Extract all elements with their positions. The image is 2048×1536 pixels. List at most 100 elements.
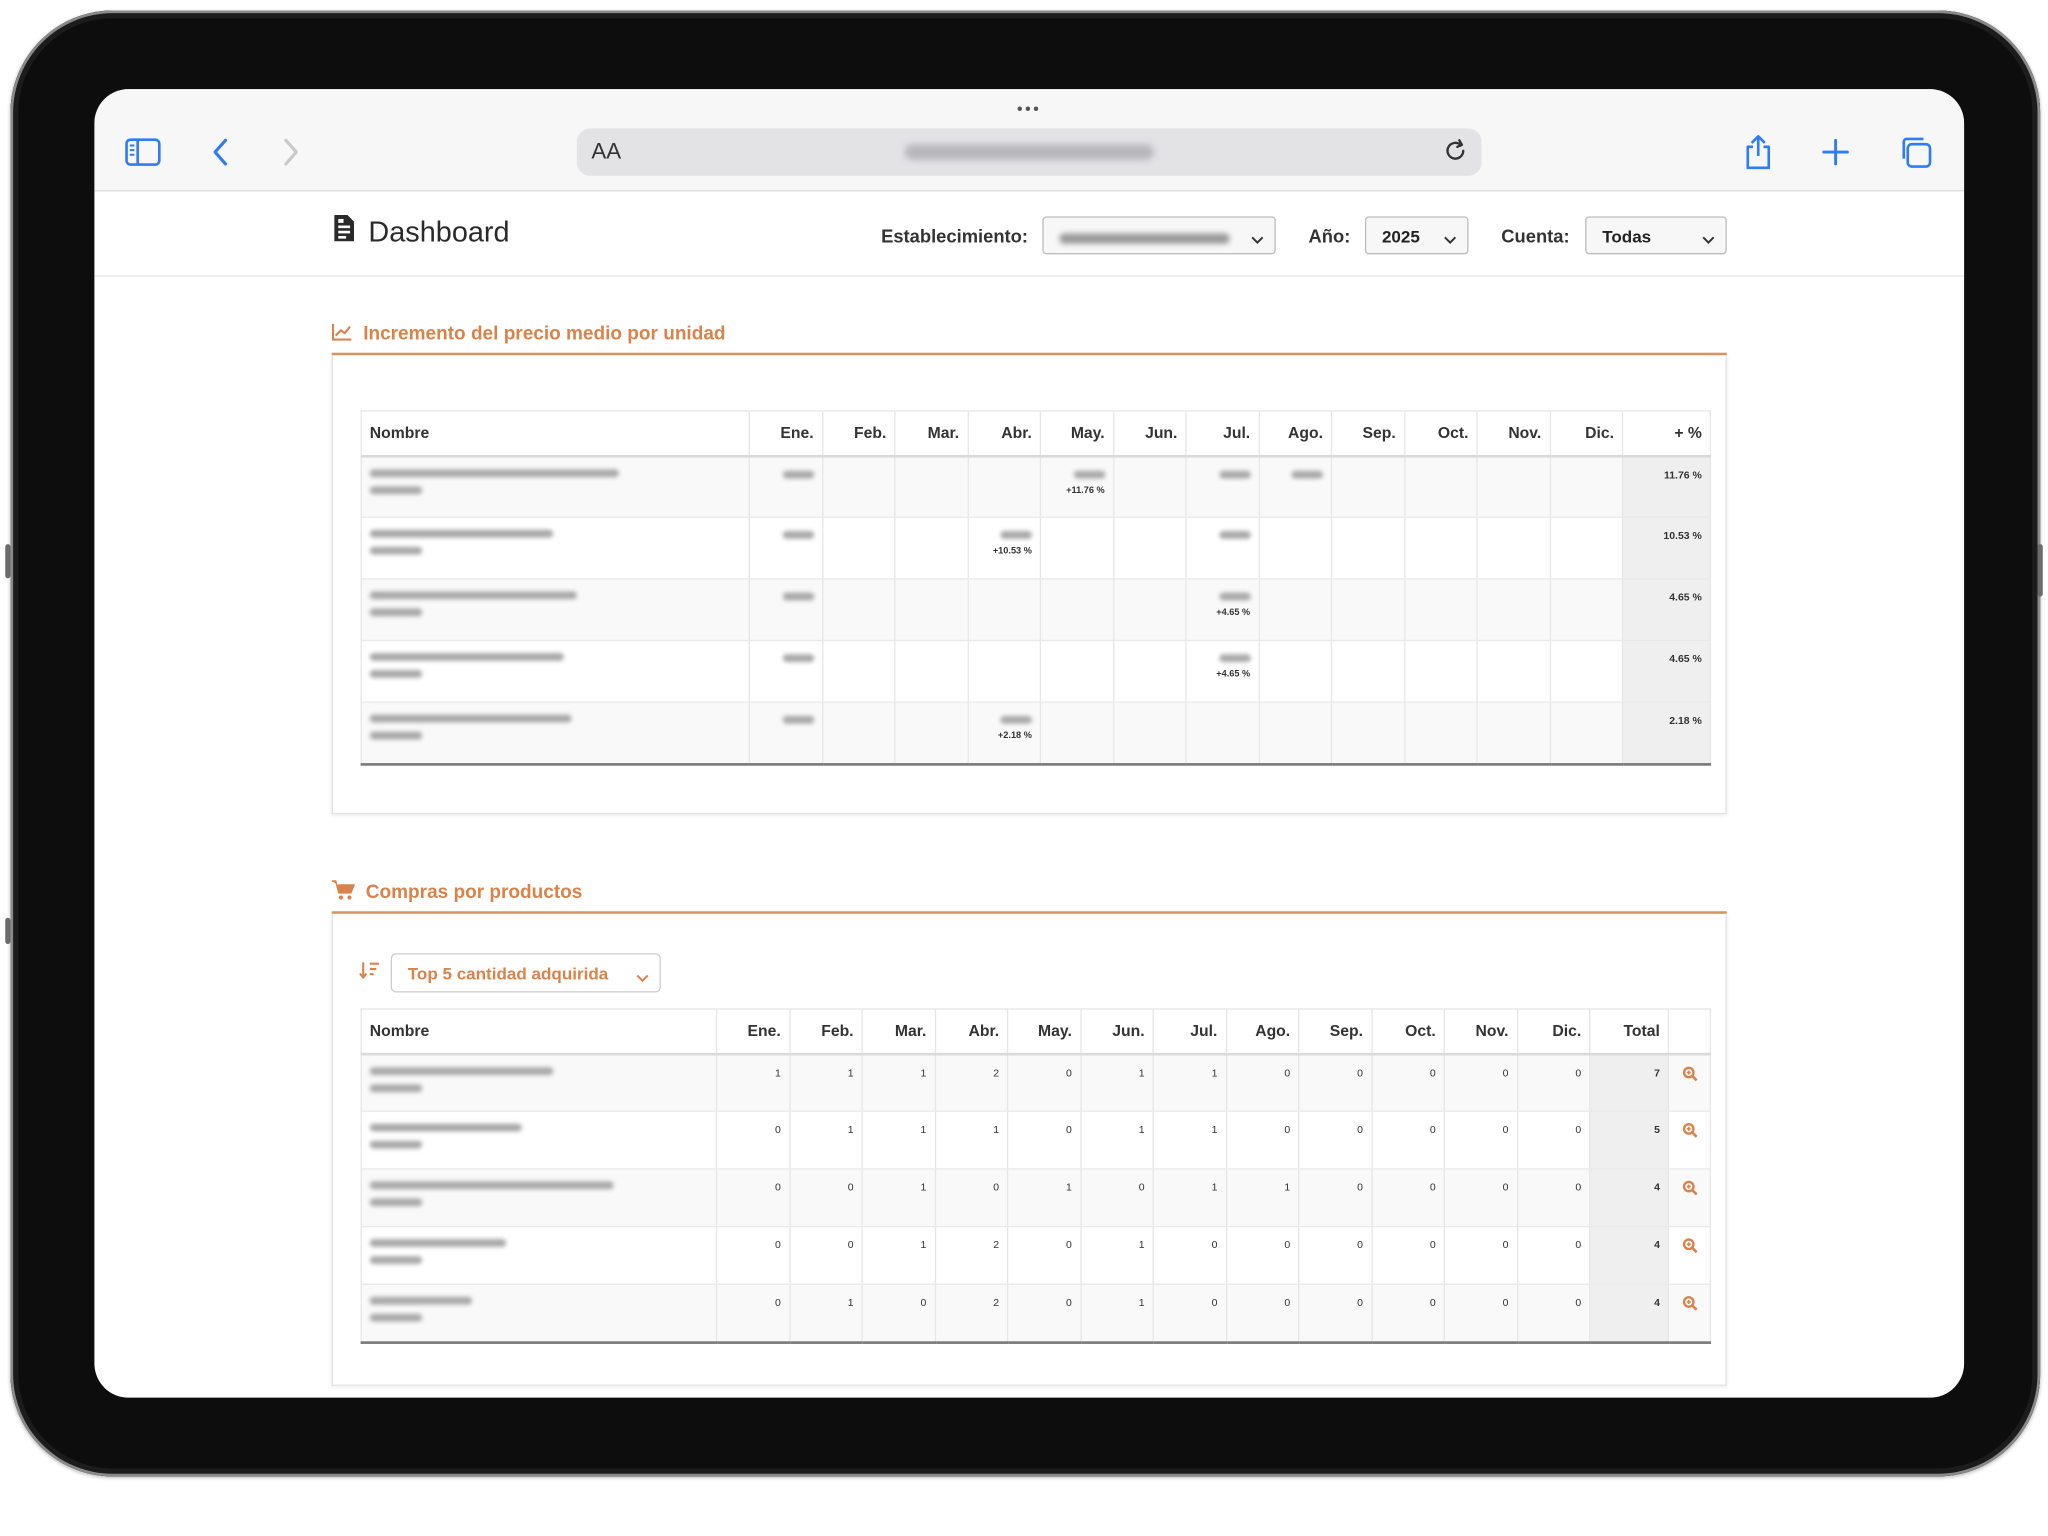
month-cell bbox=[1258, 517, 1332, 580]
month-cell bbox=[1403, 702, 1478, 766]
quantity-cell: 0 bbox=[1225, 1053, 1299, 1112]
total-percent: 11.76 % bbox=[1621, 455, 1712, 518]
quantity-cell: 1 bbox=[861, 1226, 935, 1285]
back-icon[interactable] bbox=[202, 134, 239, 171]
zoom-icon[interactable] bbox=[1667, 1284, 1712, 1344]
sort-icon[interactable] bbox=[359, 959, 380, 987]
quantity-cell: 0 bbox=[1516, 1111, 1590, 1170]
quantity-cell: 1 bbox=[861, 1168, 935, 1228]
column-header: Abr. bbox=[934, 1008, 1008, 1055]
zoom-icon[interactable] bbox=[1667, 1111, 1712, 1170]
quantity-cell: 1 bbox=[788, 1053, 863, 1112]
table-row: +10.53 % 10.53 % bbox=[360, 517, 1712, 580]
quantity-cell: 0 bbox=[1152, 1226, 1226, 1285]
month-cell bbox=[1185, 702, 1259, 766]
total-percent: 4.65 % bbox=[1621, 640, 1712, 703]
total-quantity: 4 bbox=[1589, 1284, 1669, 1344]
month-cell bbox=[1549, 517, 1623, 580]
month-cell bbox=[748, 702, 823, 766]
total-quantity: 5 bbox=[1589, 1111, 1669, 1170]
quantity-cell: 0 bbox=[1370, 1053, 1445, 1112]
anio-select[interactable]: 2025 bbox=[1364, 216, 1469, 255]
establecimiento-select[interactable] bbox=[1042, 216, 1276, 255]
column-header: Abr. bbox=[966, 410, 1041, 457]
product-name-redacted bbox=[360, 1226, 717, 1285]
month-cell bbox=[748, 640, 823, 703]
month-cell: +2.18 % bbox=[966, 702, 1041, 766]
month-cell bbox=[1476, 517, 1550, 580]
column-header: + % bbox=[1621, 410, 1712, 457]
month-cell: +4.65 % bbox=[1185, 578, 1259, 642]
price-value-redacted bbox=[1218, 592, 1251, 601]
document-icon bbox=[332, 214, 356, 251]
cuenta-label: Cuenta: bbox=[1501, 225, 1570, 247]
quantity-cell: 0 bbox=[1225, 1111, 1299, 1170]
product-name-redacted bbox=[360, 1284, 717, 1344]
change-percent: +2.18 % bbox=[997, 731, 1032, 741]
sidebar-icon[interactable] bbox=[125, 134, 162, 171]
column-header: Dic. bbox=[1516, 1008, 1590, 1055]
month-cell bbox=[821, 455, 895, 518]
column-header: Sep. bbox=[1298, 1008, 1372, 1055]
cart-icon bbox=[331, 880, 356, 906]
table-row: 0111011000005 bbox=[360, 1111, 1712, 1170]
month-cell bbox=[1185, 517, 1259, 580]
zoom-icon[interactable] bbox=[1667, 1053, 1712, 1112]
quantity-cell: 1 bbox=[861, 1053, 935, 1112]
month-cell bbox=[1476, 702, 1550, 766]
column-header: Jun. bbox=[1112, 410, 1186, 457]
quantity-cell: 0 bbox=[1298, 1226, 1372, 1285]
month-cell bbox=[1258, 640, 1332, 703]
month-cell bbox=[1476, 455, 1550, 518]
sort-select[interactable]: Top 5 cantidad adquirida bbox=[390, 953, 661, 993]
column-header: Nov. bbox=[1476, 410, 1550, 457]
quantity-cell: 1 bbox=[934, 1111, 1008, 1170]
month-cell bbox=[1403, 517, 1478, 580]
quantity-cell: 1 bbox=[1152, 1111, 1226, 1170]
column-header: Ene. bbox=[748, 410, 823, 457]
quantity-cell: 0 bbox=[715, 1284, 790, 1344]
month-cell bbox=[821, 578, 895, 642]
month-cell bbox=[1549, 455, 1623, 518]
quantity-cell: 0 bbox=[1152, 1284, 1226, 1344]
establecimiento-value-redacted bbox=[1059, 232, 1230, 244]
quantity-cell: 1 bbox=[1225, 1168, 1299, 1228]
multitask-grabber[interactable]: ••• bbox=[1012, 101, 1046, 117]
month-cell bbox=[1112, 702, 1186, 766]
cuenta-value: Todas bbox=[1602, 226, 1652, 247]
anio-value: 2025 bbox=[1381, 226, 1420, 247]
quantity-cell: 0 bbox=[1006, 1284, 1081, 1344]
column-header: Ago. bbox=[1225, 1008, 1299, 1055]
section-title-text: Incremento del precio medio por unidad bbox=[363, 323, 726, 345]
quantity-cell: 0 bbox=[1079, 1168, 1154, 1228]
month-cell bbox=[894, 517, 968, 580]
zoom-icon[interactable] bbox=[1667, 1168, 1712, 1228]
quantity-cell: 0 bbox=[1516, 1053, 1590, 1112]
share-icon[interactable] bbox=[1740, 134, 1777, 171]
forward-icon[interactable] bbox=[273, 134, 310, 171]
month-cell bbox=[748, 578, 823, 642]
column-header: Nombre bbox=[360, 410, 750, 457]
chevron-down-icon bbox=[1444, 229, 1457, 249]
cuenta-select[interactable]: Todas bbox=[1585, 216, 1727, 255]
month-cell bbox=[748, 517, 823, 580]
quantity-cell: 1 bbox=[861, 1111, 935, 1170]
price-value-redacted bbox=[1218, 470, 1251, 478]
month-cell bbox=[1258, 702, 1332, 766]
month-cell: +10.53 % bbox=[966, 517, 1041, 580]
price-value-redacted bbox=[1218, 531, 1251, 539]
column-header: Dic. bbox=[1549, 410, 1623, 457]
product-name-redacted bbox=[360, 517, 750, 580]
reader-aa-button[interactable]: AA bbox=[591, 139, 621, 165]
product-name-redacted bbox=[360, 702, 750, 766]
month-cell bbox=[1112, 517, 1186, 580]
zoom-icon[interactable] bbox=[1667, 1226, 1712, 1285]
quantity-cell: 0 bbox=[788, 1168, 863, 1228]
establecimiento-label: Establecimiento: bbox=[881, 225, 1028, 247]
address-bar[interactable]: AA bbox=[576, 128, 1482, 176]
month-cell bbox=[1112, 578, 1186, 642]
tabs-icon[interactable] bbox=[1897, 134, 1934, 171]
reload-icon[interactable] bbox=[1442, 138, 1468, 171]
change-percent: +11.76 % bbox=[1066, 485, 1105, 495]
plus-icon[interactable] bbox=[1817, 134, 1854, 171]
